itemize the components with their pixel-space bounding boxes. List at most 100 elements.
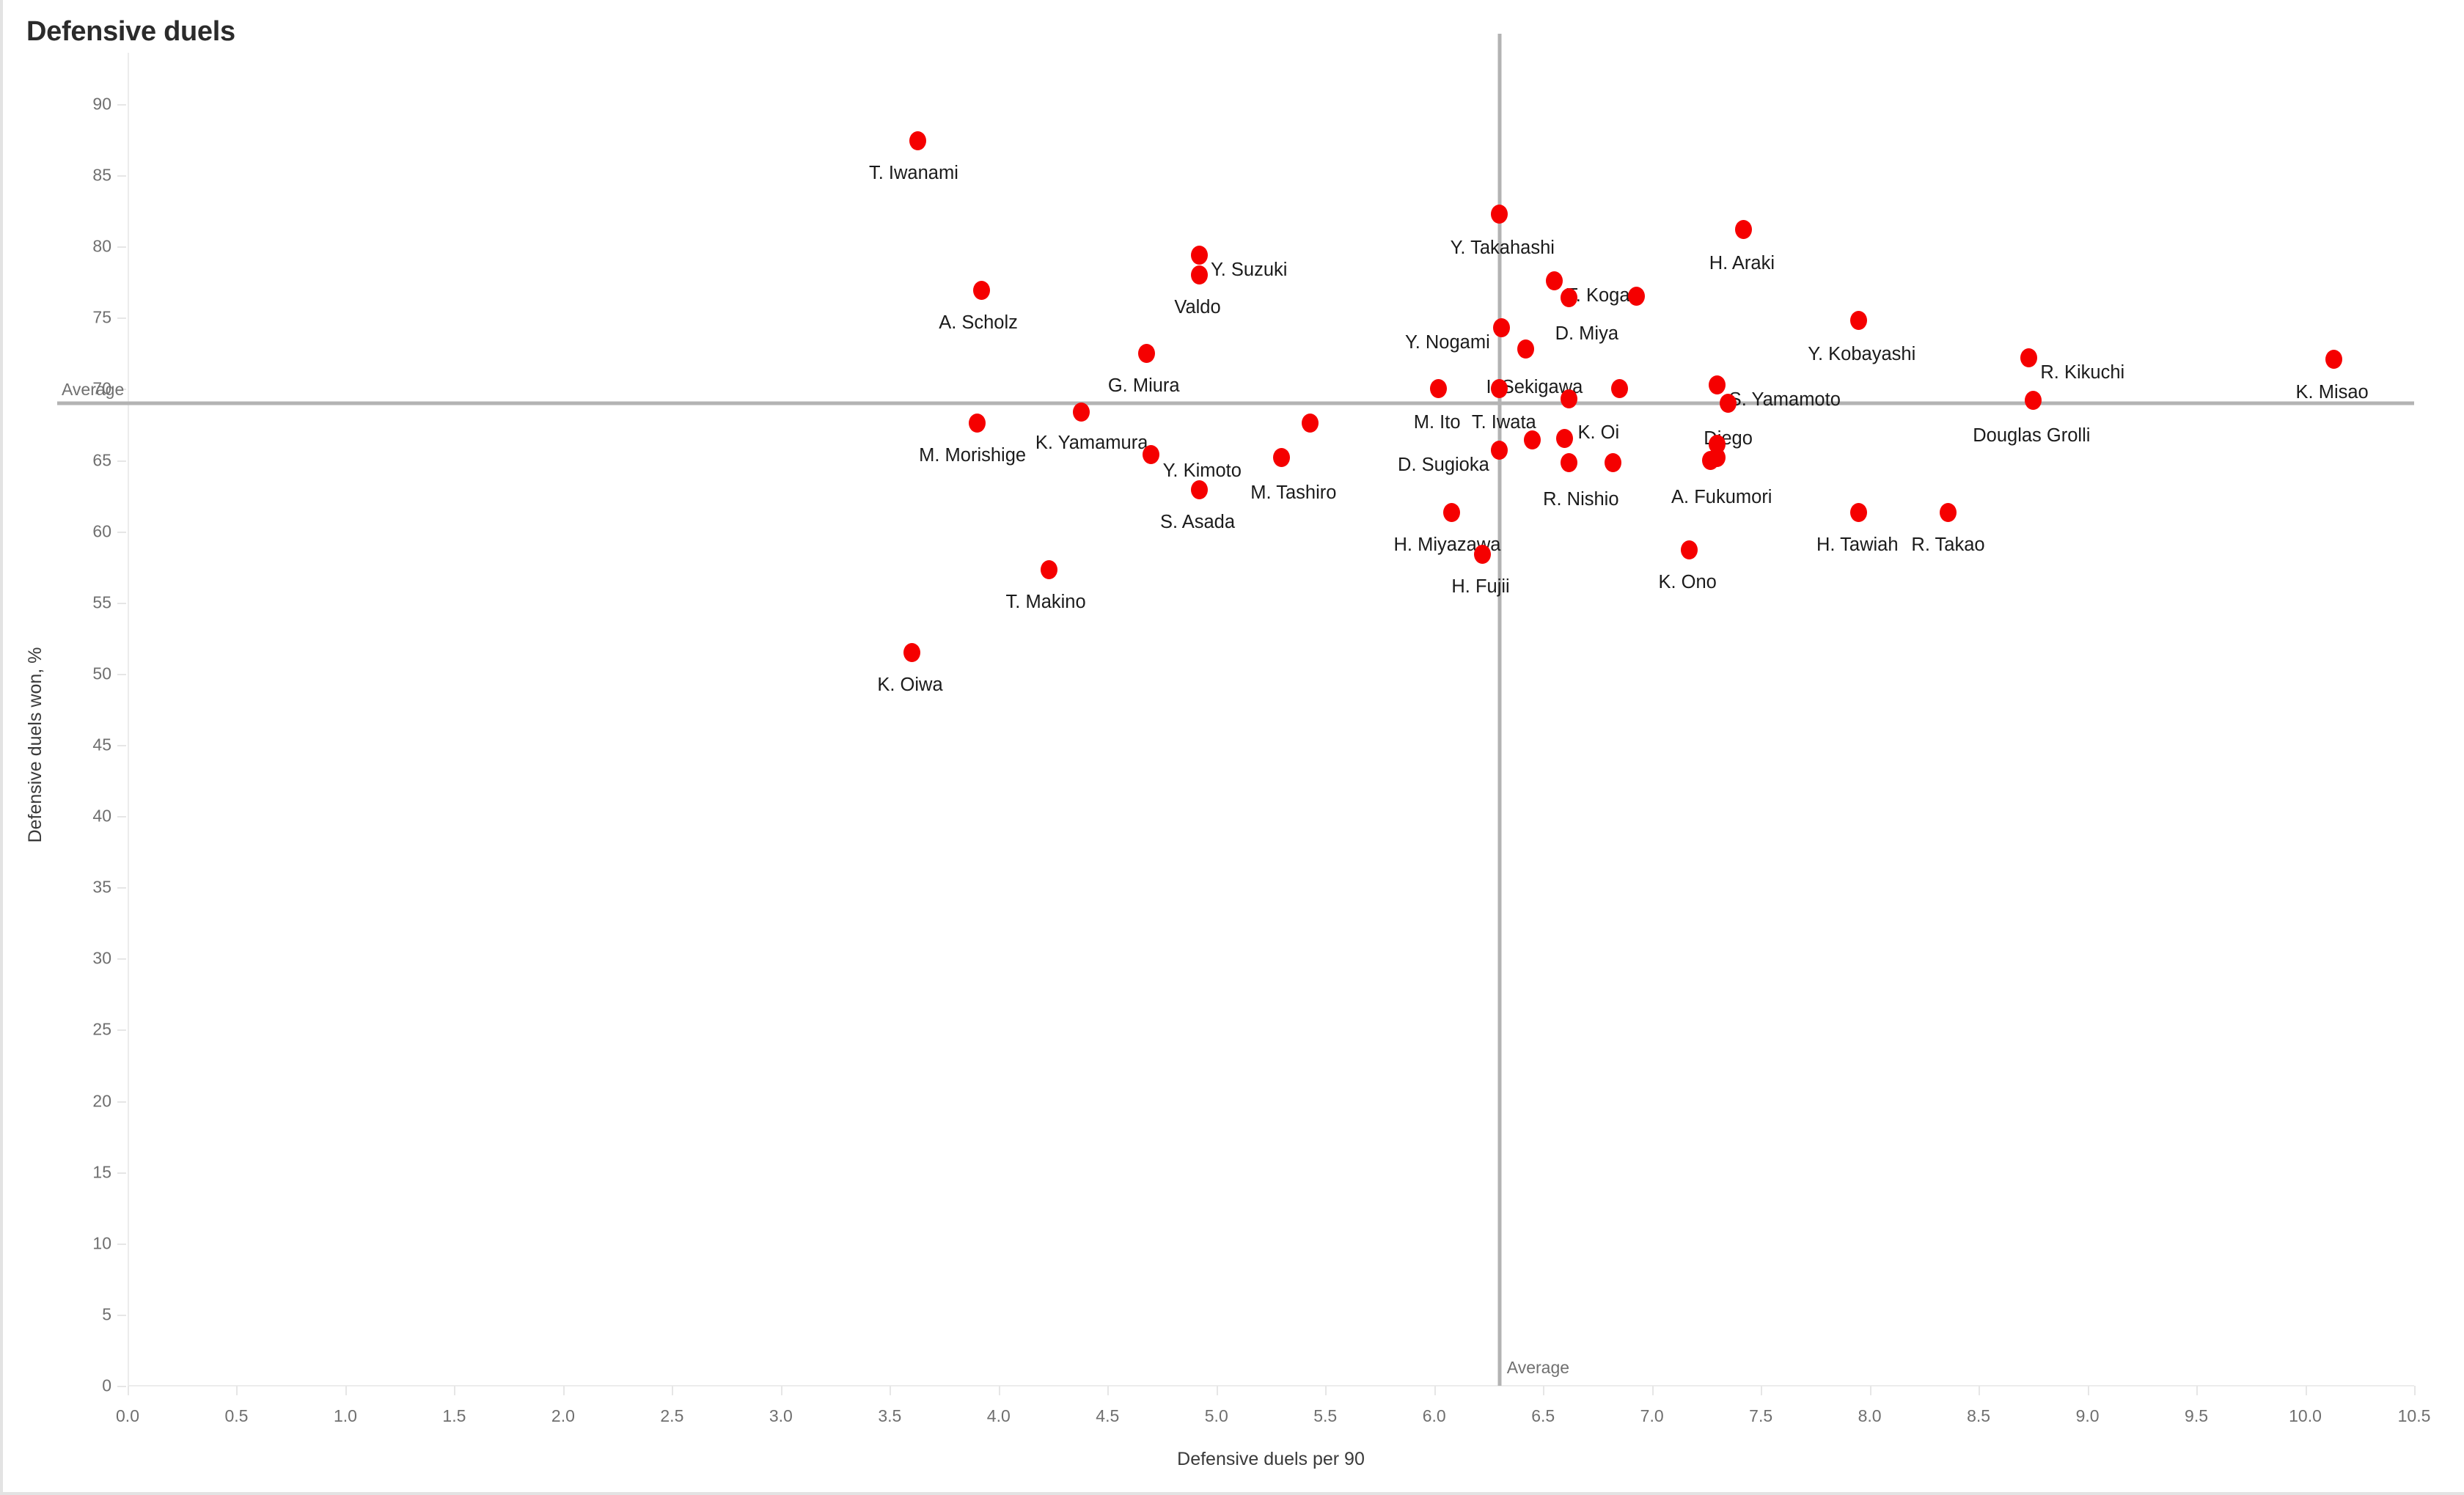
scatter-point[interactable] [1273, 447, 1291, 467]
scatter-point-label: Y. Nogami [1405, 331, 1490, 353]
x-tick-label: 5.5 [1313, 1406, 1338, 1425]
x-tick-mark [672, 1386, 674, 1395]
scatter-point[interactable] [1523, 430, 1541, 450]
scatter-point-label: Y. Suzuki [1211, 259, 1288, 280]
y-tick-label: 50 [92, 664, 111, 683]
scatter-point[interactable] [1190, 245, 1208, 265]
y-tick-mark [117, 1243, 126, 1245]
x-tick-mark [128, 1386, 129, 1395]
scatter-point[interactable] [968, 414, 986, 433]
scatter-point[interactable] [2020, 348, 2037, 367]
x-tick-mark [1543, 1386, 1545, 1395]
scatter-point[interactable] [1850, 503, 1868, 523]
scatter-point[interactable] [1301, 414, 1319, 433]
y-tick-label: 85 [92, 165, 111, 185]
x-tick-label: 9.5 [2185, 1406, 2209, 1425]
scatter-point[interactable] [1493, 317, 1511, 337]
scatter-point-label: K. Yamamura [1035, 432, 1148, 453]
scatter-point[interactable] [1473, 544, 1491, 564]
x-tick-mark [1325, 1386, 1327, 1395]
chart-title: Defensive duels [26, 16, 235, 47]
y-tick-label: 45 [92, 735, 111, 754]
scatter-point-label: H. Tawiah [1816, 535, 1899, 556]
scatter-point-label: D. Sugioka [1398, 454, 1489, 475]
y-tick-mark [117, 531, 126, 533]
x-tick-mark [236, 1386, 238, 1395]
y-tick-mark [117, 1386, 126, 1387]
plot-area: 0 5 10 15 20 25 30 35 40 45 50 55 60 65 70 75 80 85 90 0.0… [57, 34, 2430, 1425]
x-tick-mark [1434, 1386, 1436, 1395]
x-tick-mark [1107, 1386, 1110, 1395]
scatter-point-label: K. Oi [1577, 422, 1620, 444]
scatter-point[interactable] [1561, 389, 1578, 409]
y-tick-label: 80 [92, 236, 111, 256]
x-axis-title: Defensive duels per 90 [1177, 1449, 1365, 1469]
scatter-point[interactable] [1517, 339, 1534, 359]
x-tick-label: 2.0 [551, 1406, 575, 1425]
x-tick-mark [1979, 1386, 1981, 1395]
y-tick-label: 30 [92, 948, 111, 968]
y-axis-title: Defensive duels won, % [25, 647, 45, 843]
scatter-point[interactable] [1138, 343, 1156, 363]
scatter-point[interactable] [1143, 444, 1160, 464]
scatter-point[interactable] [1702, 450, 1720, 470]
y-tick-label: 60 [92, 521, 111, 541]
x-tick-label: 6.5 [1531, 1406, 1555, 1425]
x-tick-label: 8.5 [1967, 1406, 1991, 1425]
scatter-point[interactable] [1491, 440, 1508, 460]
scatter-point[interactable] [1680, 540, 1698, 559]
y-axis-title-wrapper: Defensive duels won, % [25, 104, 50, 1386]
scatter-point-label: T. Iwata [1471, 412, 1536, 433]
scatter-point-label: A. Scholz [939, 312, 1018, 334]
scatter-point[interactable] [1073, 402, 1090, 422]
scatter-point-label: K. Misao [2295, 381, 2369, 403]
scatter-point[interactable] [1734, 219, 1752, 239]
scatter-point-label: H. Fujii [1451, 576, 1510, 597]
y-tick-label: 10 [92, 1233, 111, 1253]
scatter-point-label: Douglas Grolli [1973, 425, 2091, 446]
scatter-point[interactable] [1556, 429, 1574, 449]
x-tick-mark [1216, 1386, 1218, 1395]
y-tick-mark [117, 602, 126, 604]
scatter-point[interactable] [1720, 393, 1737, 413]
x-tick-label: 7.0 [1640, 1406, 1664, 1425]
y-tick-label: 25 [92, 1019, 111, 1039]
scatter-point[interactable] [1610, 379, 1628, 399]
x-tick-label: 6.0 [1422, 1406, 1446, 1425]
scatter-point-label: M. Ito [1413, 412, 1461, 433]
x-tick-mark [2196, 1386, 2199, 1395]
scatter-point[interactable] [909, 131, 927, 151]
scatter-point[interactable] [1561, 453, 1578, 473]
scatter-point[interactable] [1190, 480, 1208, 500]
y-tick-label: 90 [92, 94, 111, 114]
scatter-point-label: M. Morishige [919, 445, 1027, 466]
scatter-point[interactable] [1491, 204, 1508, 224]
scatter-point[interactable] [1850, 311, 1868, 331]
scatter-point[interactable] [1709, 375, 1726, 394]
x-tick-mark [890, 1386, 892, 1395]
y-tick-label: 65 [92, 450, 111, 470]
scatter-point[interactable] [2325, 349, 2342, 369]
y-tick-mark [117, 1029, 126, 1032]
y-tick-label: 0 [102, 1375, 111, 1395]
x-tick-label: 4.5 [1096, 1406, 1120, 1425]
scatter-point-label: T. Iwanami [868, 163, 958, 184]
scatter-point[interactable] [1190, 265, 1208, 285]
scatter-point[interactable] [1430, 379, 1448, 399]
y-tick-label: 15 [92, 1162, 111, 1182]
scatter-point[interactable] [1442, 503, 1460, 523]
scatter-point[interactable] [1604, 453, 1621, 473]
scatter-point[interactable] [1940, 503, 1957, 523]
x-tick-mark [2414, 1386, 2416, 1395]
scatter-point[interactable] [1628, 287, 1646, 306]
y-tick-label: 20 [92, 1091, 111, 1111]
scatter-point[interactable] [2024, 390, 2042, 410]
scatter-point[interactable] [1040, 560, 1057, 580]
average-label-horizontal: Average [62, 379, 125, 399]
scatter-point[interactable] [903, 642, 920, 662]
x-tick-label: 1.0 [333, 1406, 357, 1425]
scatter-point[interactable] [972, 281, 990, 301]
scatter-point-label: S. Asada [1159, 512, 1236, 533]
scatter-point-label: G. Miura [1107, 375, 1180, 396]
scatter-point[interactable] [1545, 271, 1563, 290]
